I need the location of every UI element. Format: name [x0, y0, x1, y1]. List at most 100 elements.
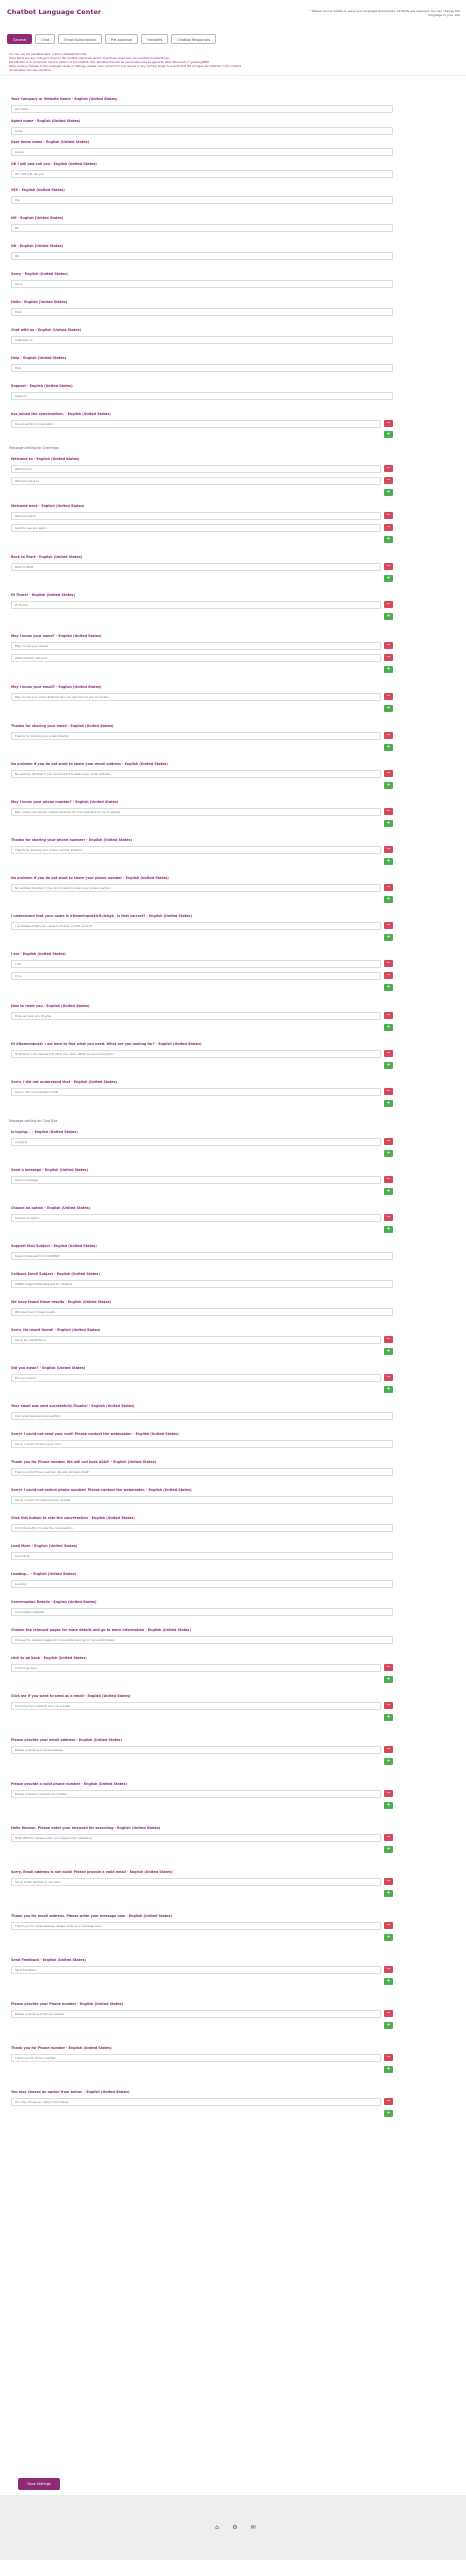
- text-input[interactable]: Thank you for email address. Please writ…: [11, 1922, 381, 1930]
- remove-button[interactable]: −: [384, 1702, 393, 1709]
- text-input[interactable]: Please provide your Phone number: [11, 2010, 381, 2018]
- tab-chatbot-responses[interactable]: Chatbot Responses: [171, 34, 217, 44]
- text-input[interactable]: Thank you for Phone number. We will call…: [11, 1468, 393, 1476]
- text-input[interactable]: Sorry, Email address is not valid: [11, 1878, 381, 1886]
- text-input[interactable]: What should I call you?: [11, 654, 381, 662]
- remove-button[interactable]: −: [384, 884, 393, 891]
- text-input[interactable]: Help: [11, 364, 393, 372]
- text-input[interactable]: Support: [11, 392, 393, 400]
- remove-button[interactable]: −: [384, 1050, 393, 1057]
- remove-button[interactable]: −: [384, 524, 393, 531]
- add-button[interactable]: +: [384, 934, 393, 941]
- add-button[interactable]: +: [384, 1846, 393, 1853]
- add-button[interactable]: +: [384, 2066, 393, 2073]
- add-button[interactable]: +: [384, 820, 393, 827]
- text-input[interactable]: We have found these results: [11, 1308, 393, 1316]
- text-input[interactable]: Anaya: [11, 148, 393, 156]
- add-button[interactable]: +: [384, 1062, 393, 1069]
- add-button[interactable]: +: [384, 1676, 393, 1683]
- text-input[interactable]: is typing: [11, 1138, 381, 1146]
- tab-email-subscription[interactable]: Email Subscription: [58, 34, 102, 44]
- text-input[interactable]: Hi #name! I am here to find what you nee…: [11, 1050, 381, 1058]
- text-input[interactable]: Conversation Details: [11, 1608, 393, 1616]
- remove-button[interactable]: −: [384, 770, 393, 777]
- add-button[interactable]: +: [384, 705, 393, 712]
- add-button[interactable]: +: [384, 1714, 393, 1721]
- text-input[interactable]: Send Feedback: [11, 1966, 381, 1974]
- text-input[interactable]: Our Store: [11, 105, 393, 113]
- remove-button[interactable]: −: [384, 972, 393, 979]
- add-button[interactable]: +: [384, 1758, 393, 1765]
- text-input[interactable]: Click me if you want to send us a email: [11, 1702, 381, 1710]
- text-input[interactable]: Yes: [11, 196, 393, 204]
- remove-button[interactable]: −: [384, 693, 393, 700]
- text-input[interactable]: Thanks for sharing your email #name!: [11, 732, 381, 740]
- text-input[interactable]: Did you mean?: [11, 1374, 381, 1382]
- remove-button[interactable]: −: [384, 2054, 393, 2061]
- remove-button[interactable]: −: [384, 1088, 393, 1095]
- text-input[interactable]: Good to see you again: [11, 524, 381, 532]
- add-button[interactable]: +: [384, 1100, 393, 1107]
- settings-icon[interactable]: ⚙: [231, 2524, 239, 2532]
- text-input[interactable]: Welcome back to: [11, 477, 381, 485]
- add-button[interactable]: +: [384, 1802, 393, 1809]
- text-input[interactable]: Sorry: [11, 280, 393, 288]
- remove-button[interactable]: −: [384, 1922, 393, 1929]
- remove-button[interactable]: −: [384, 1138, 393, 1145]
- text-input[interactable]: Send a message: [11, 1176, 381, 1184]
- tab-general[interactable]: General: [7, 34, 33, 44]
- remove-button[interactable]: −: [384, 420, 393, 427]
- remove-button[interactable]: −: [384, 1214, 393, 1221]
- add-button[interactable]: +: [384, 431, 393, 438]
- remove-button[interactable]: −: [384, 1790, 393, 1797]
- remove-button[interactable]: −: [384, 1176, 393, 1183]
- add-button[interactable]: +: [384, 613, 393, 620]
- text-input[interactable]: I am: [11, 960, 381, 968]
- remove-button[interactable]: −: [384, 1966, 393, 1973]
- add-button[interactable]: +: [384, 1386, 393, 1393]
- text-input[interactable]: Aneel: [11, 127, 393, 135]
- text-input[interactable]: No problem #name! If you do not want to …: [11, 884, 381, 892]
- remove-button[interactable]: −: [384, 1746, 393, 1753]
- text-input[interactable]: Thanks for sharing your phone number #na…: [11, 846, 381, 854]
- remove-button[interactable]: −: [384, 1336, 393, 1343]
- remove-button[interactable]: −: [384, 2098, 393, 2105]
- home-icon[interactable]: ⌂: [213, 2524, 221, 2532]
- remove-button[interactable]: −: [384, 808, 393, 815]
- save-settings-button[interactable]: Save Settings: [18, 2478, 60, 2490]
- text-input[interactable]: OK I will just call you: [11, 170, 393, 178]
- text-input[interactable]: How can help you #name: [11, 1012, 381, 1020]
- add-button[interactable]: +: [384, 2022, 393, 2029]
- add-button[interactable]: +: [384, 1978, 393, 1985]
- add-button[interactable]: +: [384, 575, 393, 582]
- text-input[interactable]: OK: [11, 252, 393, 260]
- add-button[interactable]: +: [384, 1024, 393, 1031]
- add-button[interactable]: +: [384, 1150, 393, 1157]
- remove-button[interactable]: −: [384, 922, 393, 929]
- remove-button[interactable]: −: [384, 601, 393, 608]
- text-input[interactable]: Sorry, No result found: [11, 1336, 381, 1344]
- text-input[interactable]: Click this button to rate the conversati…: [11, 1524, 393, 1532]
- text-input[interactable]: Please provide your email address: [11, 1746, 381, 1754]
- text-input[interactable]: Load More: [11, 1552, 393, 1560]
- text-input[interactable]: I understand that your name is #name. Is…: [11, 922, 381, 930]
- text-input[interactable]: Sorry, I could not send your mail: [11, 1440, 393, 1448]
- text-input[interactable]: Support Request from CHATBOT: [11, 1252, 393, 1260]
- text-input[interactable]: No: [11, 224, 393, 232]
- text-input[interactable]: Chat with us: [11, 336, 393, 344]
- text-input[interactable]: No problem #name! If you do not want to …: [11, 770, 381, 778]
- remove-button[interactable]: −: [384, 465, 393, 472]
- text-input[interactable]: May I know your name?: [11, 642, 381, 650]
- add-button[interactable]: +: [384, 1188, 393, 1195]
- text-input[interactable]: Welcome to: [11, 465, 381, 473]
- remove-button[interactable]: −: [384, 1664, 393, 1671]
- remove-button[interactable]: −: [384, 846, 393, 853]
- remove-button[interactable]: −: [384, 512, 393, 519]
- add-button[interactable]: +: [384, 666, 393, 673]
- add-button[interactable]: +: [384, 782, 393, 789]
- text-input[interactable]: Choose the relevant pages for more detai…: [11, 1636, 393, 1644]
- add-button[interactable]: +: [384, 1934, 393, 1941]
- add-button[interactable]: +: [384, 1226, 393, 1233]
- remove-button[interactable]: −: [384, 2010, 393, 2017]
- remove-button[interactable]: −: [384, 732, 393, 739]
